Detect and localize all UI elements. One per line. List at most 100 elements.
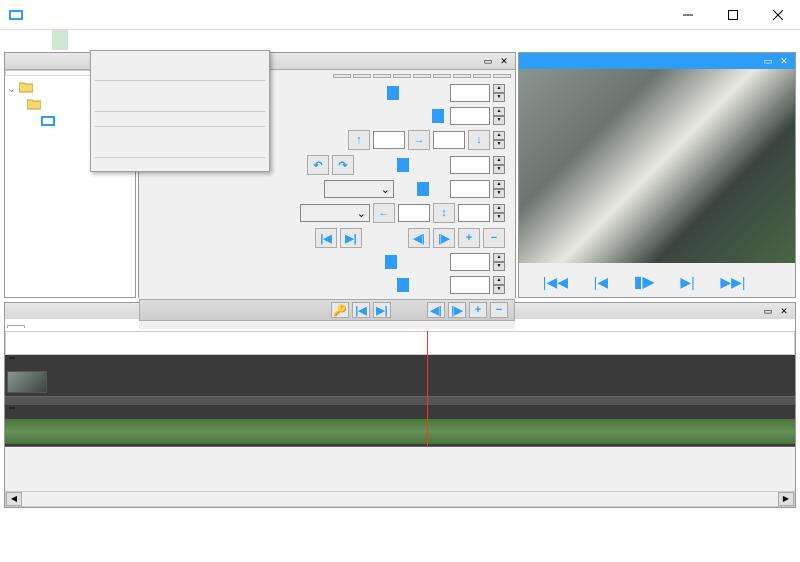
spinner-control[interactable]: ▲▼	[493, 107, 505, 125]
arrow-down-icon[interactable]: ↓	[468, 130, 490, 150]
slider-thumb-icon[interactable]	[417, 182, 429, 196]
spinner-control[interactable]: ▲▼	[493, 204, 505, 222]
video-track[interactable]	[5, 355, 795, 397]
speed-button[interactable]	[473, 74, 491, 78]
next-icon[interactable]: |▶	[433, 228, 455, 248]
value-input[interactable]	[450, 180, 490, 198]
menu-render-settings[interactable]	[93, 130, 267, 138]
panel-close-icon[interactable]: ✕	[777, 305, 791, 317]
arrow-right-icon[interactable]: →	[408, 130, 430, 150]
menu-tools[interactable]	[68, 30, 84, 50]
menu-add-audio-track[interactable]	[93, 61, 267, 69]
value-input[interactable]	[398, 204, 430, 222]
spinner-control[interactable]: ▲▼	[493, 131, 505, 149]
scroll-right-icon[interactable]: ▶	[778, 492, 794, 506]
arrow-vert-icon[interactable]: ↕	[433, 203, 455, 223]
prev-key-icon[interactable]: |◀	[315, 228, 337, 248]
redo-icon[interactable]: ↷	[332, 155, 354, 175]
menu-add-video-track[interactable]	[93, 53, 267, 61]
goto-end-icon[interactable]: ▶▶|	[720, 274, 745, 291]
speed-button[interactable]	[333, 74, 351, 78]
menu-file[interactable]	[4, 30, 20, 50]
value-input[interactable]	[450, 107, 490, 125]
playhead[interactable]	[427, 331, 428, 447]
scroll-left-icon[interactable]: ◀	[6, 492, 22, 506]
slider-thumb-icon[interactable]	[397, 278, 409, 292]
speed-button[interactable]	[393, 74, 411, 78]
prev-icon[interactable]: ◀|	[427, 302, 445, 318]
arrow-left-icon[interactable]: ←	[373, 203, 395, 223]
slider-control[interactable]	[357, 84, 447, 102]
spinner-control[interactable]: ▲▼	[493, 276, 505, 294]
value-input[interactable]	[450, 156, 490, 174]
slider-thumb-icon[interactable]	[387, 86, 399, 100]
menu-workspace[interactable]	[84, 30, 100, 50]
slider-control[interactable]	[397, 180, 447, 198]
menu-close[interactable]	[93, 161, 267, 169]
add-icon[interactable]: +	[458, 228, 480, 248]
panel-restore-icon[interactable]: ▭	[481, 55, 495, 67]
play-pause-icon[interactable]: ▮▶	[634, 272, 655, 292]
panel-restore-icon[interactable]: ▭	[761, 305, 775, 317]
spinner-control[interactable]: ▲▼	[493, 84, 505, 102]
speed-button[interactable]	[373, 74, 391, 78]
timeline-tab[interactable]	[7, 325, 25, 328]
expand-icon[interactable]: ⌄	[7, 82, 16, 95]
close-button[interactable]	[755, 0, 800, 29]
audio-track[interactable]	[5, 405, 795, 447]
speed-button[interactable]	[493, 74, 511, 78]
next-key-icon[interactable]: ▶|	[340, 228, 362, 248]
slider-thumb-icon[interactable]	[432, 109, 444, 123]
alignment-combo[interactable]: ⌄	[300, 204, 370, 222]
minimize-button[interactable]	[665, 0, 710, 29]
value-input[interactable]	[450, 253, 490, 271]
speed-button[interactable]	[453, 74, 471, 78]
next-icon[interactable]: |▶	[448, 302, 466, 318]
speed-button[interactable]	[413, 74, 431, 78]
menu-view[interactable]	[36, 30, 52, 50]
panel-close-icon[interactable]: ✕	[777, 55, 791, 67]
remove-icon[interactable]: −	[490, 302, 508, 318]
value-input[interactable]	[450, 276, 490, 294]
value-input[interactable]	[433, 131, 465, 149]
panel-restore-icon[interactable]: ▭	[761, 55, 775, 67]
menu-sequence[interactable]	[52, 30, 68, 50]
value-input[interactable]	[450, 84, 490, 102]
slider-control[interactable]	[357, 253, 447, 271]
undo-icon[interactable]: ↶	[307, 155, 329, 175]
remove-icon[interactable]: −	[483, 228, 505, 248]
menu-render-video[interactable]	[93, 138, 267, 146]
arrow-up-icon[interactable]: ↑	[348, 130, 370, 150]
horizontal-scrollbar[interactable]: ◀ ▶	[5, 491, 795, 507]
value-input[interactable]	[458, 204, 490, 222]
value-input[interactable]	[373, 131, 405, 149]
key-icon[interactable]: 🔑	[331, 302, 349, 318]
scrollbar-track[interactable]	[22, 492, 778, 506]
menu-edit[interactable]	[20, 30, 36, 50]
spinner-control[interactable]: ▲▼	[493, 253, 505, 271]
step-forward-icon[interactable]: ▶|	[680, 274, 694, 291]
goto-start-icon[interactable]: |◀◀	[543, 274, 568, 291]
spinner-control[interactable]: ▲▼	[493, 180, 505, 198]
menu-help[interactable]	[100, 30, 116, 50]
spinner-control[interactable]: ▲▼	[493, 156, 505, 174]
timeline-ruler[interactable]	[5, 331, 795, 355]
prev-icon[interactable]: ◀|	[408, 228, 430, 248]
menu-remove-empty-tracks[interactable]	[93, 69, 267, 77]
add-icon[interactable]: +	[469, 302, 487, 318]
preview-viewport[interactable]	[519, 69, 795, 263]
speed-button[interactable]	[433, 74, 451, 78]
panel-close-icon[interactable]: ✕	[497, 55, 511, 67]
speed-button[interactable]	[353, 74, 371, 78]
maximize-button[interactable]	[710, 0, 755, 29]
slider-control[interactable]	[357, 156, 447, 174]
slider-control[interactable]	[357, 276, 447, 294]
next-key-icon[interactable]: ▶|	[373, 302, 391, 318]
menu-remove-empty[interactable]	[93, 115, 267, 123]
slider-thumb-icon[interactable]	[385, 255, 397, 269]
scaling-combo[interactable]: ⌄	[324, 180, 394, 198]
menu-render-all[interactable]	[93, 146, 267, 154]
slider-control[interactable]	[357, 107, 447, 125]
slider-thumb-icon[interactable]	[397, 158, 409, 172]
step-back-icon[interactable]: |◀	[594, 274, 608, 291]
